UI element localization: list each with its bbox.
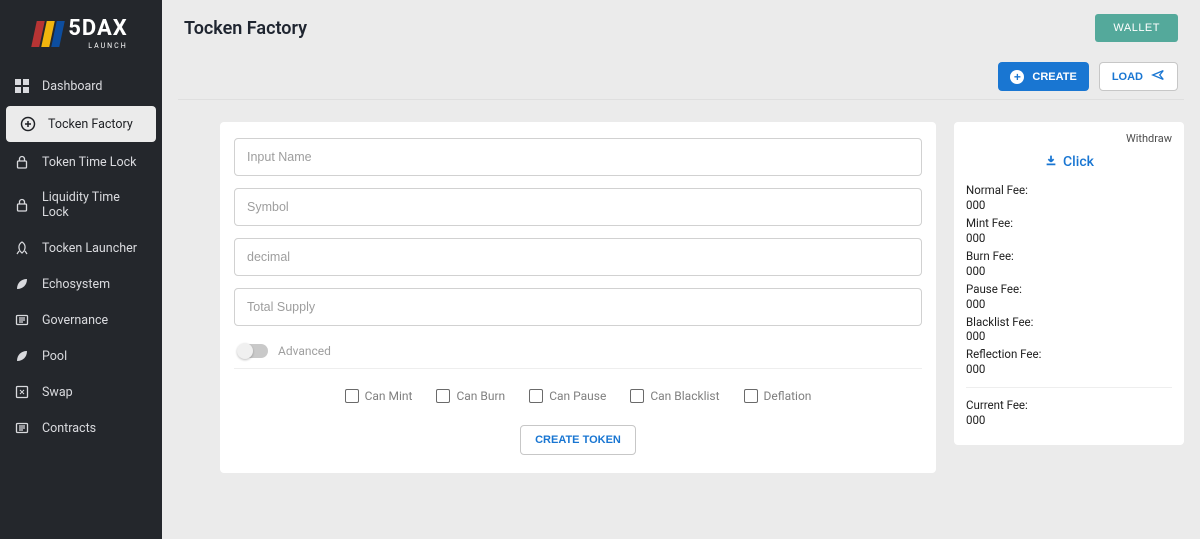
actions-row: + CREATE LOAD <box>178 52 1184 100</box>
logo-bars-icon <box>34 21 62 47</box>
logo: 5DAX LAUNCH <box>0 0 162 68</box>
create-token-button[interactable]: CREATE TOKEN <box>520 425 636 455</box>
fee-label: Burn Fee: <box>966 249 1172 264</box>
plus-circle-icon <box>20 116 36 132</box>
advanced-toggle[interactable] <box>238 344 268 358</box>
sidebar-item-label: Governance <box>42 313 108 328</box>
fee-label: Normal Fee: <box>966 183 1172 198</box>
lock-icon <box>14 197 30 213</box>
supply-input[interactable] <box>234 288 922 326</box>
sidebar-item-label: Dashboard <box>42 79 102 94</box>
sidebar-item-pool[interactable]: Pool <box>0 338 162 374</box>
content: Advanced Can Mint Can Burn Can Pause Can… <box>178 122 1184 473</box>
sidebar-item-liquidity-time-lock[interactable]: Liquidity Time Lock <box>0 180 162 230</box>
withdraw-link[interactable]: Withdraw <box>1126 132 1172 145</box>
bank-icon <box>14 312 30 328</box>
lock-icon <box>14 154 30 170</box>
rocket-icon <box>14 240 30 256</box>
sidebar-item-label: Contracts <box>42 421 96 436</box>
sidebar-item-label: Liquidity Time Lock <box>42 190 148 220</box>
sidebar-item-label: Tocken Factory <box>48 117 133 132</box>
check-can-pause[interactable]: Can Pause <box>529 389 606 403</box>
advanced-label: Advanced <box>278 344 331 358</box>
check-label: Can Blacklist <box>650 389 719 403</box>
sidebar-item-dashboard[interactable]: Dashboard <box>0 68 162 104</box>
download-icon <box>1044 153 1058 171</box>
check-label: Can Pause <box>549 389 606 403</box>
name-input[interactable] <box>234 138 922 176</box>
send-icon <box>1151 68 1165 85</box>
checkbox-icon <box>744 389 758 403</box>
page-title: Tocken Factory <box>184 18 307 39</box>
fees-panel: Withdraw Click Normal Fee:000 Mint Fee:0… <box>954 122 1184 445</box>
sidebar: 5DAX LAUNCH Dashboard Tocken Factory <box>0 0 162 539</box>
checkbox-icon <box>436 389 450 403</box>
sidebar-item-label: Swap <box>42 385 73 400</box>
fee-value: 000 <box>966 297 1172 312</box>
dashboard-icon <box>14 78 30 94</box>
load-button[interactable]: LOAD <box>1099 62 1178 91</box>
click-label: Click <box>1063 154 1094 170</box>
plus-icon: + <box>1010 70 1024 84</box>
check-deflation[interactable]: Deflation <box>744 389 812 403</box>
leaf-icon <box>14 348 30 364</box>
sidebar-item-echosystem[interactable]: Echosystem <box>0 266 162 302</box>
checkbox-icon <box>630 389 644 403</box>
checkbox-icon <box>345 389 359 403</box>
create-button-label: CREATE <box>1032 71 1076 83</box>
sidebar-item-swap[interactable]: Swap <box>0 374 162 410</box>
check-can-burn[interactable]: Can Burn <box>436 389 505 403</box>
advanced-row: Advanced <box>234 338 922 369</box>
sidebar-item-token-factory[interactable]: Tocken Factory <box>6 106 156 142</box>
fee-value: 000 <box>966 413 1172 428</box>
sidebar-item-label: Pool <box>42 349 67 364</box>
brand-sub: LAUNCH <box>68 42 127 50</box>
fee-label: Mint Fee: <box>966 216 1172 231</box>
fee-label: Reflection Fee: <box>966 347 1172 362</box>
fee-value: 000 <box>966 329 1172 344</box>
check-label: Can Burn <box>456 389 505 403</box>
checks-row: Can Mint Can Burn Can Pause Can Blacklis… <box>234 375 922 409</box>
fee-value: 000 <box>966 231 1172 246</box>
checkbox-icon <box>529 389 543 403</box>
sidebar-item-label: Tocken Launcher <box>42 241 137 256</box>
fee-label: Pause Fee: <box>966 282 1172 297</box>
sidebar-item-contracts[interactable]: Contracts <box>0 410 162 446</box>
sidebar-item-token-launcher[interactable]: Tocken Launcher <box>0 230 162 266</box>
symbol-input[interactable] <box>234 188 922 226</box>
main: Tocken Factory WALLET + CREATE LOAD <box>162 0 1200 539</box>
sidebar-item-label: Token Time Lock <box>42 155 137 170</box>
swap-icon <box>14 384 30 400</box>
check-can-blacklist[interactable]: Can Blacklist <box>630 389 719 403</box>
click-link[interactable]: Click <box>966 153 1172 171</box>
sidebar-item-governance[interactable]: Governance <box>0 302 162 338</box>
fee-value: 000 <box>966 362 1172 377</box>
check-label: Can Mint <box>365 389 413 403</box>
create-button[interactable]: + CREATE <box>998 62 1088 91</box>
leaf-icon <box>14 276 30 292</box>
fee-label: Blacklist Fee: <box>966 315 1172 330</box>
contract-icon <box>14 420 30 436</box>
check-can-mint[interactable]: Can Mint <box>345 389 413 403</box>
fee-list: Normal Fee:000 Mint Fee:000 Burn Fee:000… <box>966 183 1172 428</box>
brand-name: 5DAX <box>68 18 127 40</box>
decimal-input[interactable] <box>234 238 922 276</box>
sidebar-item-label: Echosystem <box>42 277 110 292</box>
nav: Dashboard Tocken Factory Token Time Lock… <box>0 68 162 539</box>
fee-value: 000 <box>966 264 1172 279</box>
fee-value: 000 <box>966 198 1172 213</box>
topbar: Tocken Factory WALLET <box>178 0 1184 52</box>
load-button-label: LOAD <box>1112 71 1143 83</box>
check-label: Deflation <box>764 389 812 403</box>
fee-label: Current Fee: <box>966 398 1172 413</box>
wallet-button[interactable]: WALLET <box>1095 14 1178 42</box>
form-panel: Advanced Can Mint Can Burn Can Pause Can… <box>220 122 936 473</box>
sidebar-item-token-time-lock[interactable]: Token Time Lock <box>0 144 162 180</box>
